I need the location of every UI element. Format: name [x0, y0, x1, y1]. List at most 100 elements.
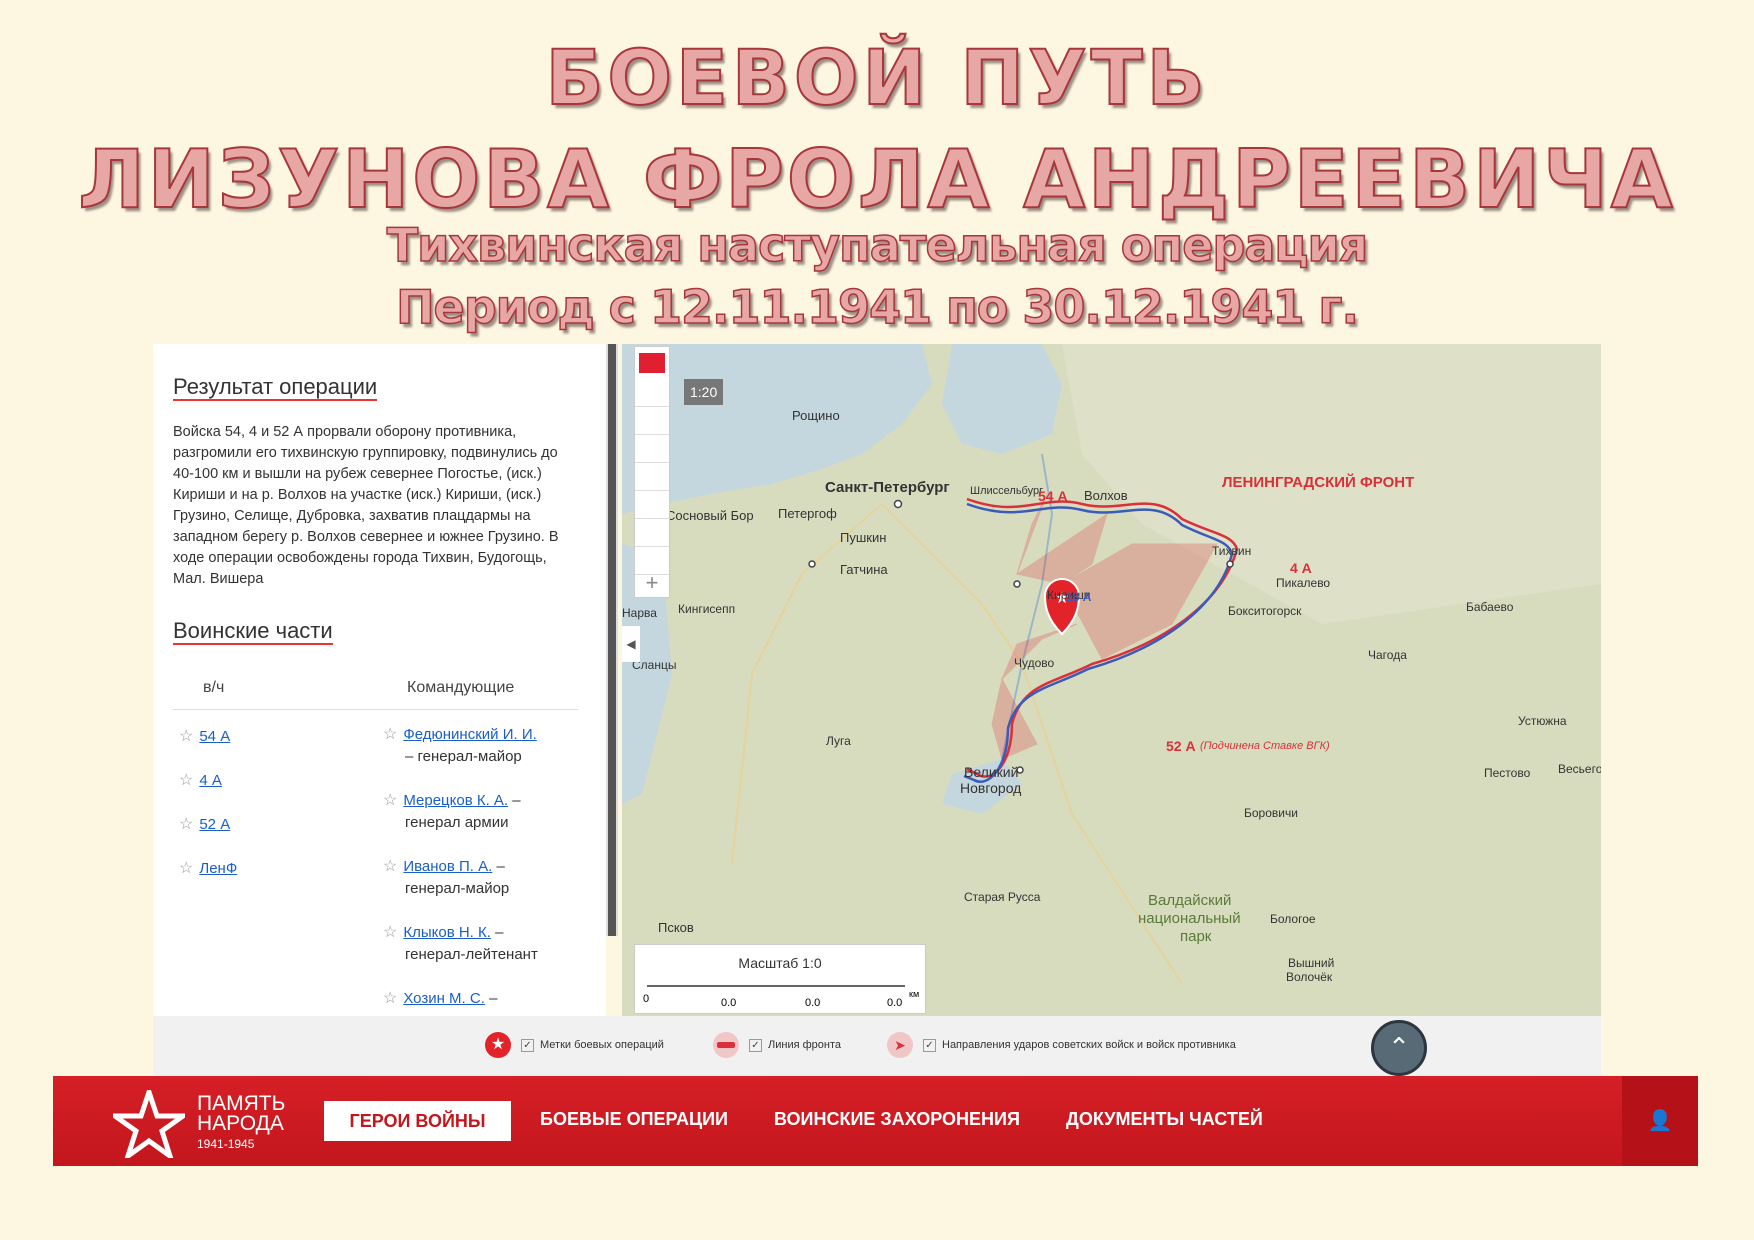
nav-heroes[interactable]: ГЕРОИ ВОЙНЫ — [324, 1101, 511, 1141]
commander-row: ☆ Федюнинский И. И. – генерал-майор — [383, 724, 537, 768]
map-label: Валдайский — [1148, 892, 1232, 909]
page-title-line1: БОЕВОЙ ПУТЬ — [544, 33, 1209, 122]
scale-bar — [647, 985, 905, 987]
army-note: (Подчинена Ставке ВГК) — [1200, 740, 1330, 752]
map-canvas: ★ — [622, 344, 1601, 985]
nav-documents[interactable]: ДОКУМЕНТЫ ЧАСТЕЙ — [1066, 1109, 1263, 1130]
units-heading: Воинские части — [173, 618, 333, 645]
map-label: Устюжна — [1518, 714, 1567, 728]
collapse-panel-button[interactable]: ◀ — [622, 626, 640, 662]
unit-link[interactable]: 4 А — [199, 772, 222, 789]
front-line-icon — [713, 1032, 739, 1058]
map-label: Нарва — [622, 606, 657, 620]
site-logo[interactable]: ПАМЯТЬ НАРОДА 1941-1945 — [197, 1093, 285, 1154]
map-label: Сосновый Бор — [666, 508, 754, 523]
map-label: Волхов — [1084, 488, 1128, 503]
legend-item: ➤ ✓ Направления ударов советских войск и в… — [887, 1032, 1236, 1058]
map-label: Чудово — [1014, 656, 1055, 670]
star-logo-icon[interactable] — [113, 1090, 185, 1158]
commander-rank: генерал-майор — [405, 880, 510, 897]
page-title-line2: ЛИЗУНОВА ФРОЛА АНДРЕЕВИЧА — [77, 133, 1676, 226]
zoom-in-button[interactable]: + — [635, 569, 669, 597]
commander-link[interactable]: Мерецков К. А. — [403, 792, 508, 809]
map-label: Вышний — [1288, 956, 1335, 970]
city-dot — [1226, 560, 1234, 568]
map-label: Тихвин — [1212, 544, 1252, 558]
army-label: 52 А — [1166, 738, 1196, 754]
map-label: Бологое — [1270, 912, 1316, 926]
scale-tick: 0.0 — [805, 997, 821, 1009]
site-navbar: ПАМЯТЬ НАРОДА 1941-1945 ГЕРОИ ВОЙНЫ БОЕВ… — [53, 1076, 1698, 1166]
map-label: Пестово — [1484, 766, 1531, 780]
legend-checkbox[interactable]: ✓ — [923, 1038, 936, 1052]
commander-link[interactable]: Федюнинский И. И. — [403, 726, 536, 743]
unit-row: ☆ 54 А — [179, 726, 230, 746]
scale-tick: 0.0 — [721, 997, 737, 1009]
legend-checkbox[interactable]: ✓ — [749, 1038, 762, 1052]
map-label: Великий — [964, 764, 1019, 780]
commander-link[interactable]: Иванов П. А. — [403, 858, 492, 875]
result-text: Войска 54, 4 и 52 А прорвали оборону про… — [173, 424, 559, 587]
map-label: Весьегонск — [1558, 762, 1601, 776]
nav-operations[interactable]: БОЕВЫЕ ОПЕРАЦИИ — [540, 1109, 728, 1130]
scrollbar-thumb[interactable] — [608, 344, 616, 936]
operation-map[interactable]: ★ Рощино Санкт-Петербург Шлиссельбург Во… — [622, 344, 1601, 1016]
map-label: Чагода — [1368, 648, 1407, 662]
map-label: Псков — [658, 920, 694, 935]
star-icon[interactable]: ☆ — [179, 728, 193, 745]
scroll-top-button[interactable]: ⌃ — [1371, 1020, 1427, 1076]
city-dot — [808, 560, 816, 568]
army-label: 54 А — [1038, 488, 1068, 504]
map-label: Пикалево — [1276, 576, 1331, 590]
commander-link[interactable]: Клыков Н. К. — [403, 924, 491, 941]
legend-checkbox[interactable]: ✓ — [521, 1038, 534, 1052]
star-icon[interactable]: ☆ — [383, 990, 397, 1007]
panel-scrollbar[interactable] — [606, 344, 618, 936]
unit-link[interactable]: ЛенФ — [199, 860, 237, 877]
unit-link[interactable]: 54 А — [199, 728, 230, 745]
commander-row: ☆ Мерецков К. А. – генерал армии — [383, 792, 521, 831]
city-dot — [1013, 580, 1021, 588]
star-icon[interactable]: ☆ — [179, 860, 193, 877]
user-icon[interactable]: 👤 — [1622, 1076, 1698, 1166]
map-label: Санкт-Петербург — [825, 479, 950, 496]
unit-row: ☆ 52 А — [179, 814, 230, 834]
commander-link[interactable]: Хозин М. С. — [403, 990, 485, 1007]
legend-item: ✓ Линия фронта — [713, 1032, 841, 1058]
map-label: Рощино — [792, 408, 840, 423]
table-divider — [173, 709, 578, 710]
commander-rank: генерал-лейтенант — [405, 946, 538, 963]
col-unit-header: в/ч — [203, 679, 225, 696]
star-icon[interactable]: ☆ — [383, 726, 397, 743]
zoom-level-badge: 1:20 — [684, 379, 724, 405]
zoom-slider[interactable]: + — [634, 346, 670, 598]
star-icon[interactable]: ☆ — [383, 924, 397, 941]
scale-unit: км — [909, 989, 920, 999]
map-label: Петергоф — [778, 506, 837, 521]
map-label: Новгород — [960, 780, 1022, 796]
scale-title: Масштаб 1:0 — [738, 955, 822, 971]
operation-info-panel: Результат операции Войска 54, 4 и 52 А п… — [153, 344, 606, 1016]
commander-rank: – генерал-майор — [405, 748, 522, 765]
commander-row: ☆ Хозин М. С. – — [383, 990, 498, 1007]
map-label: парк — [1180, 928, 1212, 945]
map-label: Бокситогорск — [1228, 604, 1302, 618]
col-commanders-header: Командующие — [407, 679, 515, 696]
star-icon[interactable]: ☆ — [179, 816, 193, 833]
unit-row: ☆ 4 А — [179, 770, 222, 790]
page-subtitle-operation: Тихвинская наступательная операция — [386, 218, 1369, 272]
map-label: Гатчина — [840, 562, 888, 577]
attack-direction-icon: ➤ — [887, 1032, 913, 1058]
nav-burials[interactable]: ВОИНСКИЕ ЗАХОРОНЕНИЯ — [774, 1109, 1020, 1130]
commander-rank: генерал армии — [405, 814, 509, 831]
map-label: Луга — [826, 734, 851, 748]
star-icon[interactable]: ☆ — [383, 792, 397, 809]
army-label: 4 А — [1290, 560, 1312, 576]
star-icon[interactable]: ☆ — [383, 858, 397, 875]
map-label: Пушкин — [840, 530, 887, 545]
scale-box: Масштаб 1:0 0 0.0 0.0 0.0 км — [634, 944, 926, 1014]
commander-row: ☆ Иванов П. А. – генерал-майор — [383, 858, 510, 897]
star-icon[interactable]: ☆ — [179, 772, 193, 789]
zoom-level-indicator[interactable] — [639, 353, 665, 373]
unit-link[interactable]: 52 А — [199, 816, 230, 833]
